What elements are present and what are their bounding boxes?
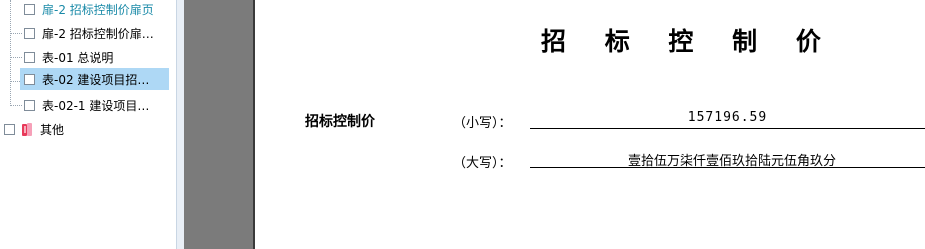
large-amount-value: 壹拾伍万柒仟壹佰玖拾陆元伍角玖分 bbox=[530, 150, 925, 169]
tree-item-general-notes[interactable]: 表-01 总说明 bbox=[24, 46, 119, 68]
tree-item-project-summary[interactable]: 表-02 建设项目招… bbox=[20, 68, 169, 90]
book-folder-icon bbox=[22, 122, 34, 136]
tree-item-project-summary-1[interactable]: 表-02-1 建设项目… bbox=[24, 94, 155, 116]
tree-connector bbox=[10, 105, 22, 106]
tree-connector bbox=[10, 57, 22, 58]
tree-item-label: 扉-2 招标控制价扉… bbox=[42, 26, 154, 41]
report-tree-panel: 扉-2 招标控制价扉页 扉-2 招标控制价扉… 表-01 总说明 表-02 建设… bbox=[0, 0, 176, 249]
tree-item-label: 扉-2 招标控制价扉页 bbox=[42, 2, 154, 17]
small-amount-value: 157196.59 bbox=[530, 110, 925, 129]
small-amount-label: （小写）： bbox=[453, 116, 512, 131]
control-price-label: 招标控制价 bbox=[305, 114, 375, 130]
report-page: 招 标 控 制 价 招标控制价 （小写）： 157196.59 （大写）： 壹拾… bbox=[255, 0, 925, 249]
tree-item-label: 表-02-1 建设项目… bbox=[42, 98, 150, 113]
tree-item-cover-page[interactable]: 扉-2 招标控制价扉页 bbox=[24, 0, 160, 20]
tree-item-checkbox[interactable] bbox=[24, 99, 35, 111]
page-title: 招 标 控 制 价 bbox=[541, 27, 836, 56]
large-amount-label: （大写）： bbox=[453, 156, 512, 171]
tree-item-checkbox[interactable] bbox=[24, 27, 35, 39]
tree-item-label: 表-02 建设项目招… bbox=[42, 72, 150, 87]
tree-connector bbox=[10, 33, 22, 34]
tree-item-label: 表-01 总说明 bbox=[42, 50, 114, 65]
tree-item-checkbox[interactable] bbox=[4, 123, 15, 135]
tree-item-checkbox[interactable] bbox=[24, 73, 35, 85]
tree-item-checkbox[interactable] bbox=[24, 51, 35, 63]
tree-scrollbar[interactable] bbox=[176, 0, 184, 249]
preview-background bbox=[184, 0, 254, 249]
tree-connector-vertical bbox=[10, 0, 11, 106]
tree-item-cover-page-2[interactable]: 扉-2 招标控制价扉… bbox=[24, 22, 160, 44]
tree-item-label: 其他 bbox=[40, 122, 65, 137]
tree-item-checkbox[interactable] bbox=[24, 3, 35, 15]
tree-item-other[interactable]: 其他 bbox=[4, 118, 70, 140]
